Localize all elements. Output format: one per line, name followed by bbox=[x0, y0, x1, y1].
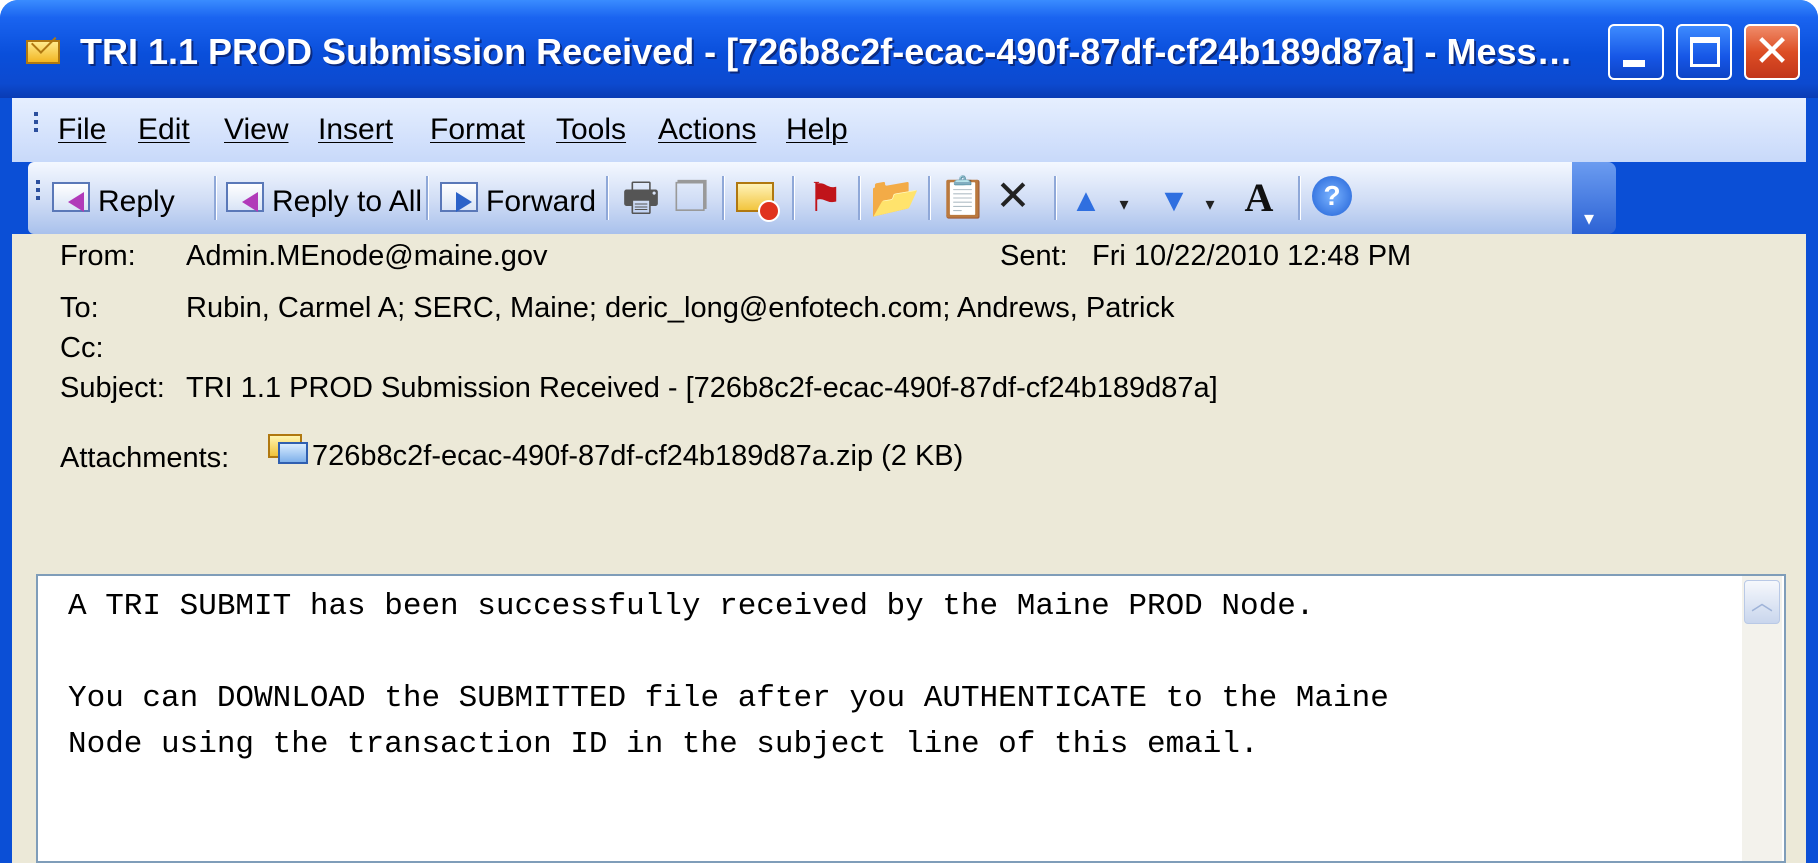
to-label: To: bbox=[60, 292, 99, 324]
forward-icon bbox=[440, 182, 478, 212]
menu-insert[interactable]: Insert bbox=[318, 112, 393, 148]
scroll-up-button[interactable]: ︿ bbox=[1744, 580, 1780, 624]
close-icon: ✕ bbox=[1753, 27, 1791, 76]
menu-actions[interactable]: Actions bbox=[658, 112, 756, 148]
previous-item-icon[interactable]: ▲ bbox=[1068, 180, 1104, 220]
sent-label: Sent: bbox=[1000, 240, 1068, 272]
menu-help[interactable]: Help bbox=[786, 112, 848, 148]
from-label: From: bbox=[60, 240, 136, 272]
close-button[interactable]: ✕ bbox=[1744, 24, 1800, 80]
message-header: From: Admin.MEnode@maine.gov Sent: Fri 1… bbox=[12, 234, 1806, 574]
window-title: TRI 1.1 PROD Submission Received - [726b… bbox=[80, 31, 1580, 72]
minimize-button[interactable] bbox=[1608, 24, 1664, 80]
maximize-button[interactable] bbox=[1676, 24, 1732, 80]
print-icon[interactable]: 🖶 bbox=[618, 178, 664, 218]
flag-icon[interactable]: ⚑ bbox=[802, 178, 848, 218]
chevron-up-icon: ︿ bbox=[1750, 590, 1773, 615]
from-value[interactable]: Admin.MEnode@maine.gov bbox=[186, 238, 548, 274]
email-window: TRI 1.1 PROD Submission Received - [726b… bbox=[0, 0, 1818, 863]
subject-value: TRI 1.1 PROD Submission Received - [726b… bbox=[186, 372, 1218, 404]
menu-view[interactable]: View bbox=[224, 112, 288, 148]
to-value[interactable]: Rubin, Carmel A; SERC, Maine; deric_long… bbox=[186, 290, 1174, 326]
delete-icon[interactable]: ✕ bbox=[990, 175, 1036, 217]
message-body-area: A TRI SUBMIT has been successfully recei… bbox=[12, 574, 1806, 863]
message-body[interactable]: A TRI SUBMIT has been successfully recei… bbox=[36, 574, 1786, 863]
body-line-4: Node using the transaction ID in the sub… bbox=[68, 727, 1259, 762]
body-line-3: You can DOWNLOAD the SUBMITTED file afte… bbox=[68, 681, 1389, 716]
reply-button[interactable]: Reply bbox=[50, 174, 218, 222]
move-to-folder-icon[interactable]: 📂 bbox=[870, 178, 920, 218]
vertical-scrollbar[interactable]: ︿ bbox=[1742, 576, 1782, 861]
body-line-1: A TRI SUBMIT has been successfully recei… bbox=[68, 589, 1315, 624]
menu-tools[interactable]: Tools bbox=[556, 112, 626, 148]
envelope-icon bbox=[26, 40, 60, 64]
message-text: A TRI SUBMIT has been successfully recei… bbox=[68, 584, 1728, 768]
reply-all-icon bbox=[226, 182, 264, 212]
paste-icon[interactable]: 📋 bbox=[938, 178, 988, 218]
standard-toolbar: Reply Reply to All Forward 🖶 ❐ ⚑ 📂 📋 ✕ ▲… bbox=[28, 162, 1588, 234]
menu-edit[interactable]: Edit bbox=[138, 112, 190, 148]
chevron-down-icon: ▾ bbox=[1584, 208, 1595, 230]
reply-icon bbox=[52, 182, 90, 212]
attachment-link[interactable]: 726b8c2f-ecac-490f-87df-cf24b189d87a.zip… bbox=[312, 438, 963, 474]
title-bar[interactable]: TRI 1.1 PROD Submission Received - [726b… bbox=[0, 0, 1818, 98]
next-item-icon[interactable]: ▼ bbox=[1156, 180, 1192, 220]
maximize-icon bbox=[1690, 37, 1720, 67]
next-dropdown-icon[interactable]: ▾ bbox=[1198, 184, 1222, 224]
copy-icon[interactable]: ❐ bbox=[668, 178, 714, 218]
toolbar-options-button[interactable]: ▾ bbox=[1572, 162, 1616, 234]
help-button[interactable]: ? bbox=[1312, 174, 1356, 222]
sent-value: Fri 10/22/2010 12:48 PM bbox=[1092, 240, 1412, 272]
minimize-icon bbox=[1623, 60, 1645, 67]
cc-label: Cc: bbox=[60, 332, 104, 364]
menu-grip-icon[interactable] bbox=[34, 112, 38, 116]
reply-label: Reply bbox=[98, 185, 175, 218]
zip-attachment-icon[interactable] bbox=[268, 430, 310, 470]
forward-button[interactable]: Forward bbox=[438, 174, 608, 222]
menu-format[interactable]: Format bbox=[430, 112, 525, 148]
menu-file[interactable]: File bbox=[58, 112, 106, 148]
font-size-icon[interactable]: A bbox=[1234, 178, 1284, 218]
subject-label: Subject: bbox=[60, 372, 165, 404]
menu-bar: File Edit View Insert Format Tools Actio… bbox=[12, 98, 1806, 162]
previous-dropdown-icon[interactable]: ▾ bbox=[1112, 184, 1136, 224]
forward-label: Forward bbox=[486, 185, 597, 218]
delete-mail-button[interactable] bbox=[732, 174, 782, 222]
help-icon: ? bbox=[1312, 176, 1352, 216]
toolbar-grip-icon[interactable] bbox=[36, 180, 40, 184]
reply-all-label: Reply to All bbox=[272, 185, 423, 218]
attachments-label: Attachments: bbox=[60, 442, 230, 474]
reply-all-button[interactable]: Reply to All bbox=[224, 174, 436, 222]
